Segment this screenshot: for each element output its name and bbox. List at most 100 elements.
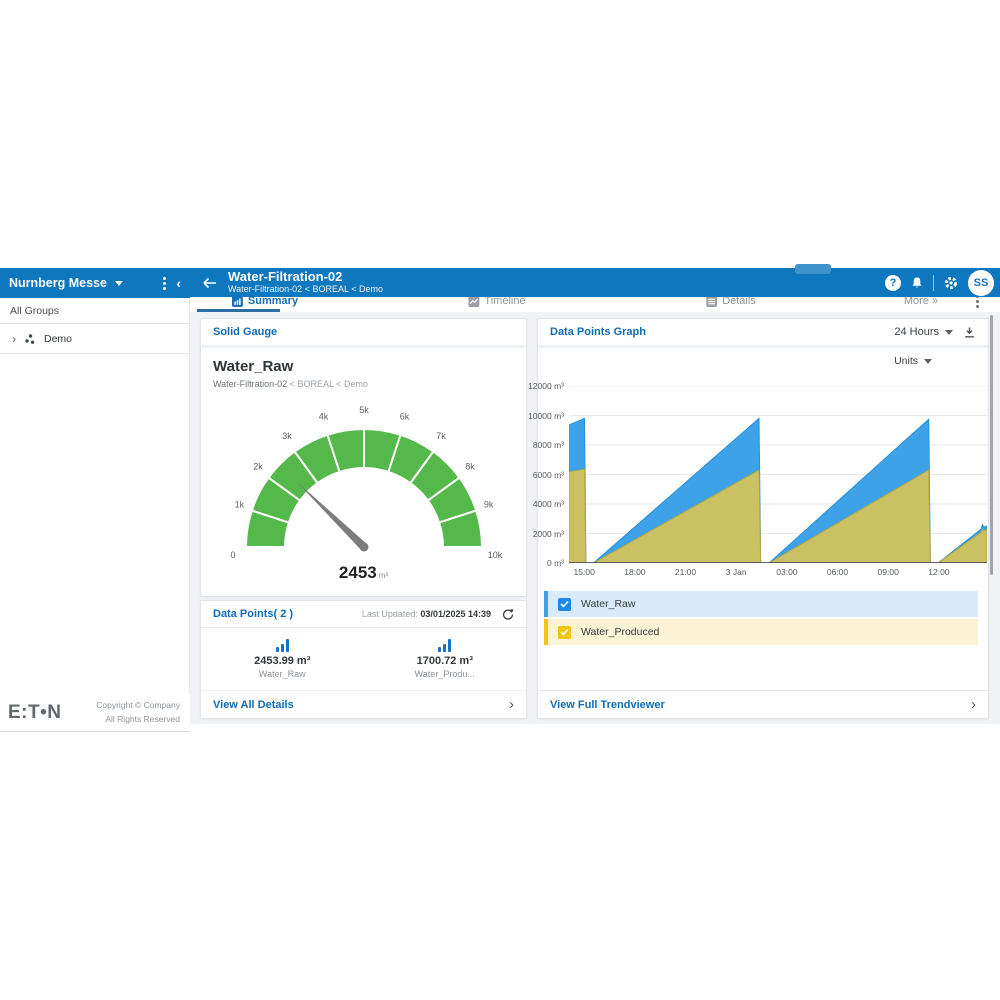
legend-label: Water_Produced	[581, 626, 659, 638]
data-point-value: 1700.72 m³	[417, 655, 473, 667]
svg-text:9k: 9k	[483, 500, 493, 510]
copyright-line1: Copyright © Company	[96, 700, 180, 710]
data-point-value: 2453.99 m³	[254, 655, 310, 667]
active-tab-underline	[197, 309, 280, 312]
gauge-breadcrumb-mid: BOREAL	[297, 379, 333, 389]
gauge-value: 2453m³	[213, 563, 514, 583]
solid-gauge-card-header: Solid Gauge	[201, 319, 526, 348]
chevron-right-icon: ›	[509, 696, 514, 713]
copyright: Copyright © Company All Rights Reserved	[96, 699, 180, 725]
data-point-name: Water_Raw	[259, 669, 306, 679]
svg-text:4k: 4k	[318, 412, 328, 422]
data-points-list: 2453.99 m³ Water_Raw 1700.72 m³ Water_Pr…	[201, 628, 526, 691]
group-label: Demo	[44, 333, 72, 345]
data-points-card: Data Points( 2 ) Last Updated: 03/01/202…	[200, 600, 527, 719]
solid-gauge-card: Solid Gauge Water_Raw Water-Filtration-0…	[200, 318, 527, 597]
gauge-datapoint-name: Water_Raw	[213, 358, 514, 375]
checkbox-checked[interactable]	[558, 626, 571, 639]
graph-card-title: Data Points Graph	[550, 326, 646, 338]
copyright-line2: All Rights Reserved	[105, 714, 180, 724]
data-point-item[interactable]: 2453.99 m³ Water_Raw	[201, 628, 364, 690]
chevron-down-icon	[945, 330, 953, 335]
view-full-trendviewer-link[interactable]: View Full Trendviewer ›	[538, 690, 988, 718]
gauge-breadcrumb-separator: <	[336, 379, 341, 389]
gauge-breadcrumb-leaf[interactable]: Demo	[344, 379, 368, 389]
breadcrumb-separator: <	[305, 284, 310, 294]
back-button[interactable]	[202, 277, 217, 289]
gauge-breadcrumb-separator: <	[290, 379, 295, 389]
kebab-menu-icon[interactable]	[163, 277, 166, 290]
bell-icon[interactable]	[910, 276, 924, 289]
data-points-title: Data Points( 2 )	[213, 608, 293, 620]
svg-text:0: 0	[230, 550, 235, 560]
divider	[933, 275, 934, 291]
y-axis-labels: 0 m³2000 m³4000 m³6000 m³8000 m³10000 m³…	[520, 386, 564, 563]
area-chart[interactable]	[569, 386, 987, 563]
checkbox-checked[interactable]	[558, 598, 571, 611]
data-point-name: Water_Produ...	[415, 669, 475, 679]
legend-row-water-produced[interactable]: Water_Produced	[544, 619, 978, 645]
last-updated-value: 03/01/2025 14:39	[420, 609, 491, 619]
time-range-dropdown[interactable]: 24 Hours	[894, 326, 953, 338]
svg-text:8k: 8k	[465, 462, 475, 472]
timeline-tab-icon	[468, 296, 479, 307]
solid-gauge: 01k2k3k4k5k6k7k8k9k10k	[214, 399, 514, 569]
svg-text:1k: 1k	[234, 500, 244, 510]
gauge-breadcrumb-root: Water-Filtration-02	[213, 379, 287, 389]
trend-chart: 0 m³2000 m³4000 m³6000 m³8000 m³10000 m³…	[569, 386, 987, 563]
gauge-body: Water_Raw Water-Filtration-02 < BOREAL <…	[201, 348, 526, 583]
legend-label: Water_Raw	[581, 598, 635, 610]
breadcrumb-separator: <	[351, 284, 356, 294]
expand-chevron-icon[interactable]: ›	[12, 333, 16, 345]
gear-icon[interactable]	[943, 275, 959, 291]
scrollbar-thumb[interactable]	[990, 315, 993, 575]
summary-tab-icon	[232, 296, 243, 307]
svg-text:6k: 6k	[399, 412, 409, 422]
solid-gauge-title: Solid Gauge	[213, 326, 277, 338]
collapse-sidebar-icon[interactable]: ‹	[176, 276, 181, 290]
units-dropdown[interactable]: Units	[894, 355, 932, 367]
download-icon[interactable]	[963, 326, 976, 339]
units-label: Units	[894, 355, 918, 367]
sidebar-item-demo[interactable]: › Demo	[0, 324, 190, 354]
highlight-pill	[795, 264, 831, 274]
data-points-card-header: Data Points( 2 ) Last Updated: 03/01/202…	[201, 601, 526, 628]
app-frame: Nurnberg Messe ‹ All Groups › Demo E:T•N…	[0, 0, 1000, 1000]
gauge-breadcrumb: Water-Filtration-02 < BOREAL < Demo	[213, 379, 514, 389]
bar-chart-icon	[438, 639, 451, 652]
svg-text:5k: 5k	[359, 405, 369, 415]
view-all-details-link[interactable]: View All Details ›	[201, 691, 526, 718]
chevron-right-icon: ›	[971, 696, 976, 713]
eaton-logo: E:T•N	[8, 702, 61, 724]
bar-chart-icon	[276, 639, 289, 652]
breadcrumb-leaf[interactable]: Demo	[359, 284, 383, 294]
view-all-details-label: View All Details	[213, 699, 294, 711]
avatar[interactable]: SS	[968, 270, 994, 296]
chevron-down-icon	[924, 359, 932, 364]
last-updated-label: Last Updated:	[362, 609, 418, 619]
last-updated: Last Updated: 03/01/2025 14:39	[362, 609, 491, 619]
org-name[interactable]: Nurnberg Messe	[9, 276, 107, 290]
legend-row-water-raw[interactable]: Water_Raw	[544, 591, 978, 617]
svg-text:10k: 10k	[487, 550, 502, 560]
all-groups-label: All Groups	[10, 305, 59, 317]
data-point-item[interactable]: 1700.72 m³ Water_Produ...	[364, 628, 527, 690]
data-points-graph-card: Data Points Graph 24 Hours Units 0 m³200…	[537, 318, 989, 719]
svg-text:3k: 3k	[282, 431, 292, 441]
refresh-icon[interactable]	[501, 608, 514, 621]
help-icon[interactable]: ?	[885, 275, 901, 291]
breadcrumb-root[interactable]: Water-Filtration-02	[228, 284, 302, 294]
header-actions: ? SS	[885, 268, 994, 297]
time-range-value: 24 Hours	[894, 326, 939, 338]
view-full-trendviewer-label: View Full Trendviewer	[550, 699, 665, 711]
gauge-value-unit: m³	[379, 571, 388, 580]
svg-text:7k: 7k	[436, 431, 446, 441]
title-block: Water-Filtration-02 Water-Filtration-02 …	[228, 270, 383, 295]
page-title: Water-Filtration-02	[228, 270, 383, 284]
breadcrumb-mid[interactable]: BOREAL	[312, 284, 348, 294]
graph-card-header: Data Points Graph 24 Hours	[538, 319, 988, 348]
sidebar-item-all-groups[interactable]: All Groups	[0, 298, 190, 324]
x-axis-labels: 15:0018:0021:003 Jan03:0006:0009:0012:00	[569, 567, 987, 579]
details-tab-icon	[706, 296, 717, 307]
chevron-down-icon[interactable]	[115, 281, 123, 286]
